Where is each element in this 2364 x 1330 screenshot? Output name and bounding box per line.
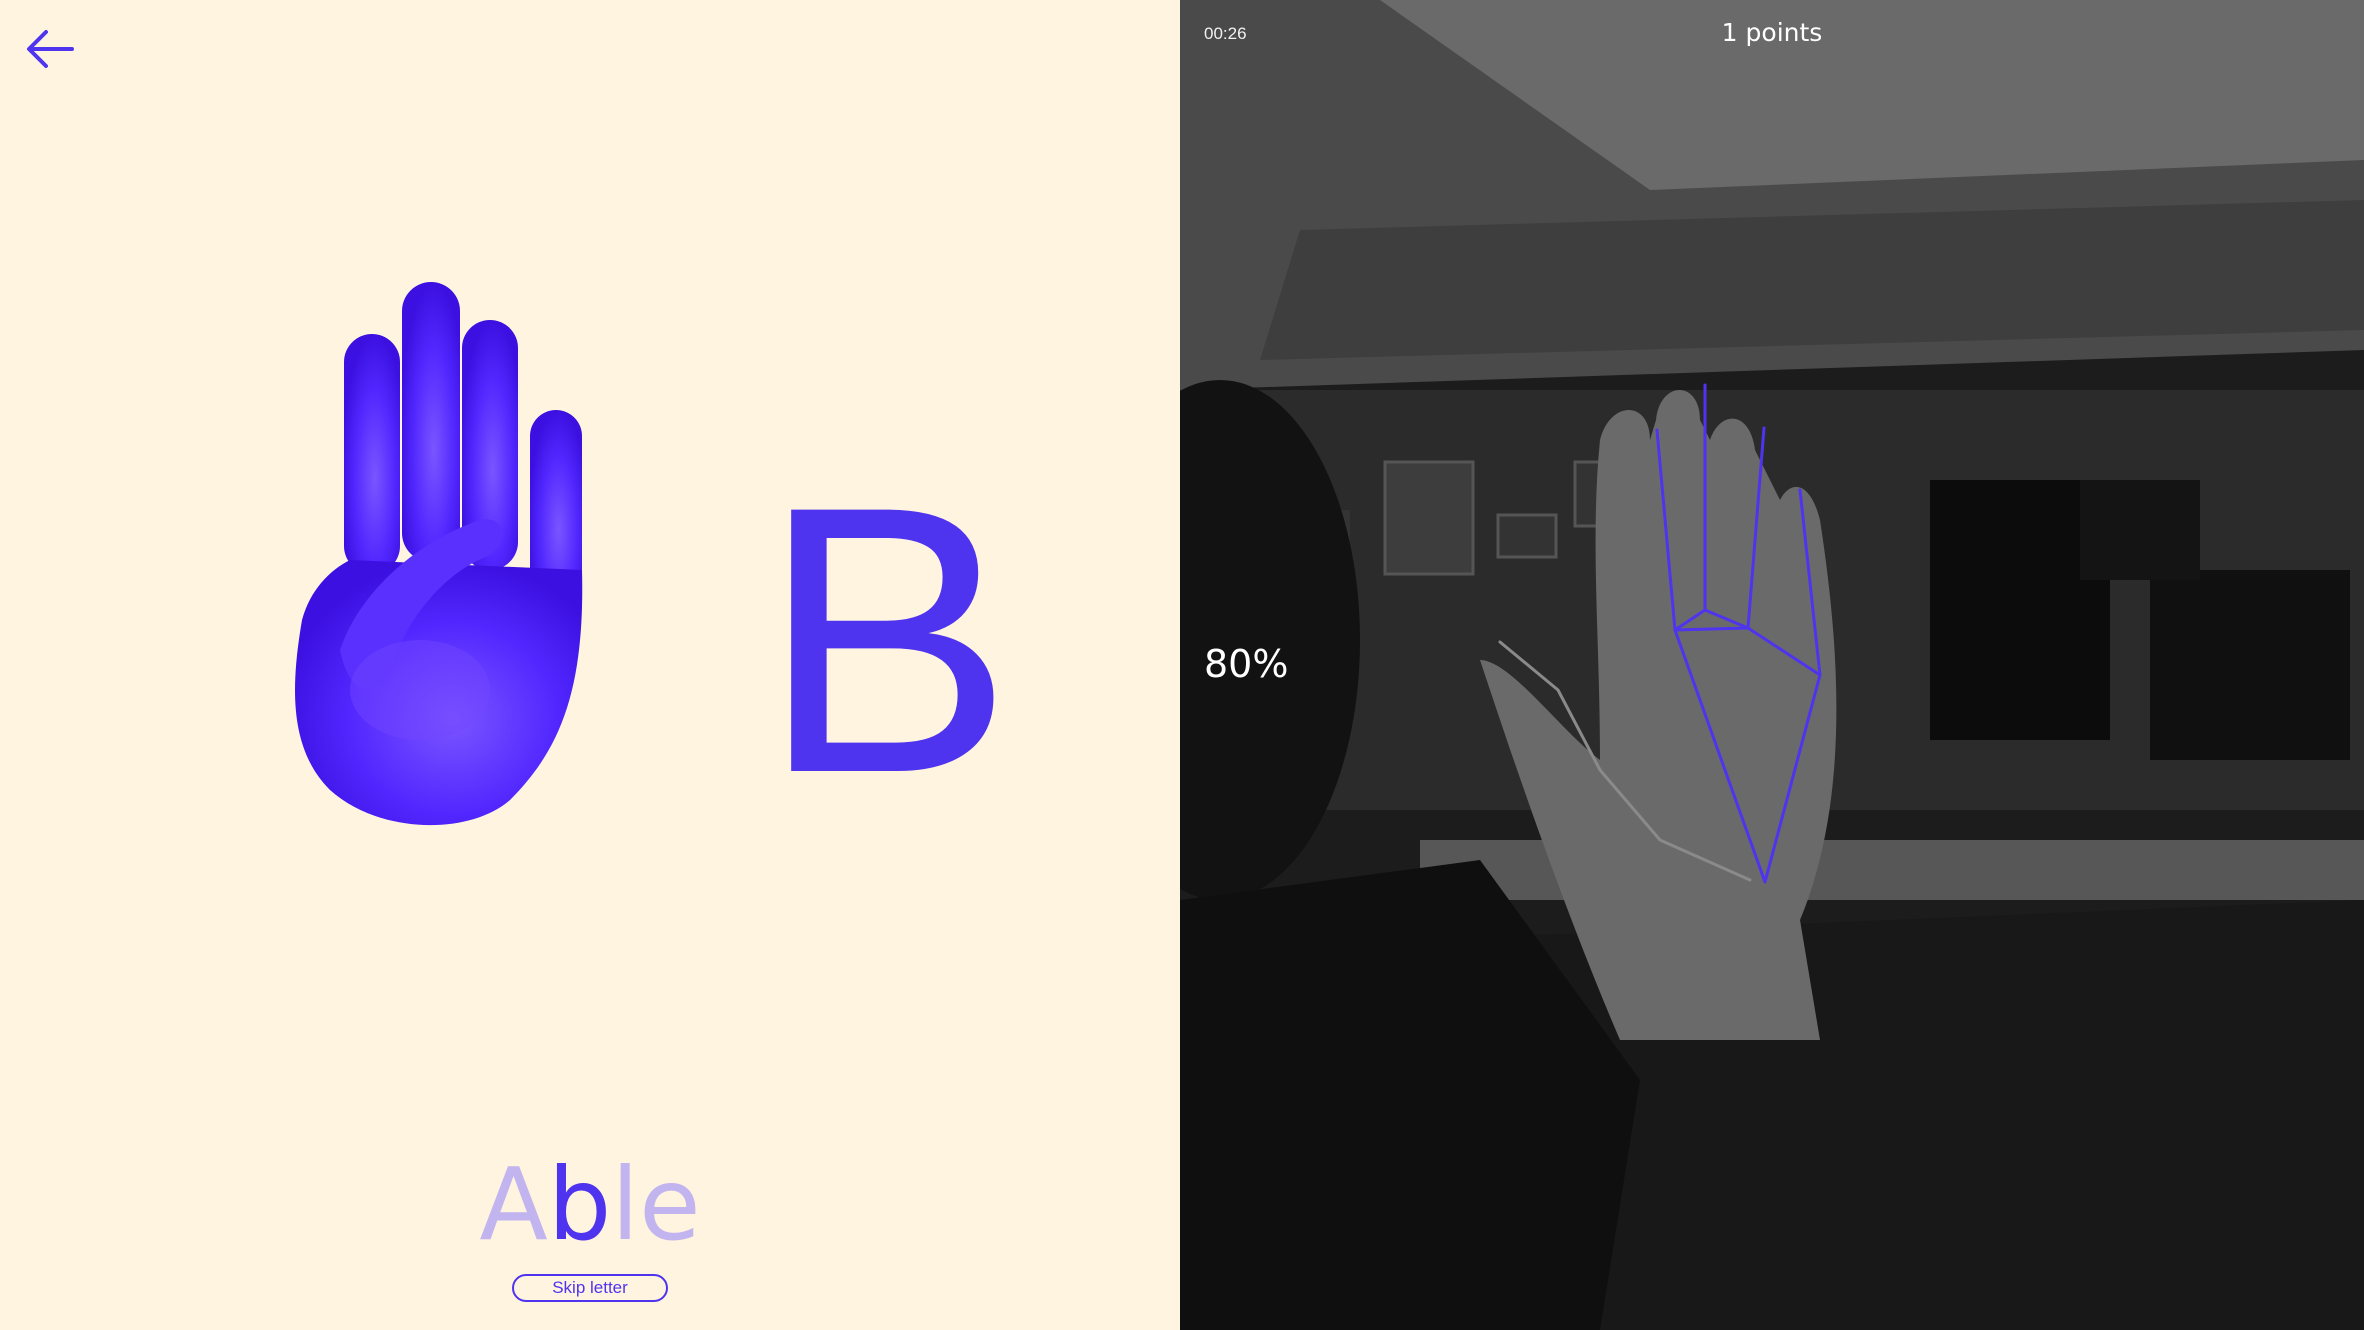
word-suffix: le xyxy=(611,1146,701,1263)
points-counter: 1 points xyxy=(1721,18,1823,47)
word-prefix: A xyxy=(479,1146,548,1263)
back-button[interactable] xyxy=(24,26,78,72)
camera-feed xyxy=(1180,0,2364,1330)
arrow-left-icon xyxy=(27,30,74,68)
skip-letter-button[interactable]: Skip letter xyxy=(512,1274,668,1302)
target-letter: B xyxy=(760,427,1014,852)
lesson-panel: B Able Skip letter xyxy=(0,0,1180,1330)
word-highlighted-letter: b xyxy=(547,1146,612,1263)
sign-language-b-hand-icon xyxy=(295,282,583,826)
camera-panel: 00:26 1 points 80% xyxy=(1180,0,2364,1330)
confidence-percent: 80% xyxy=(1204,642,1289,686)
example-word: Able xyxy=(0,1150,1180,1260)
